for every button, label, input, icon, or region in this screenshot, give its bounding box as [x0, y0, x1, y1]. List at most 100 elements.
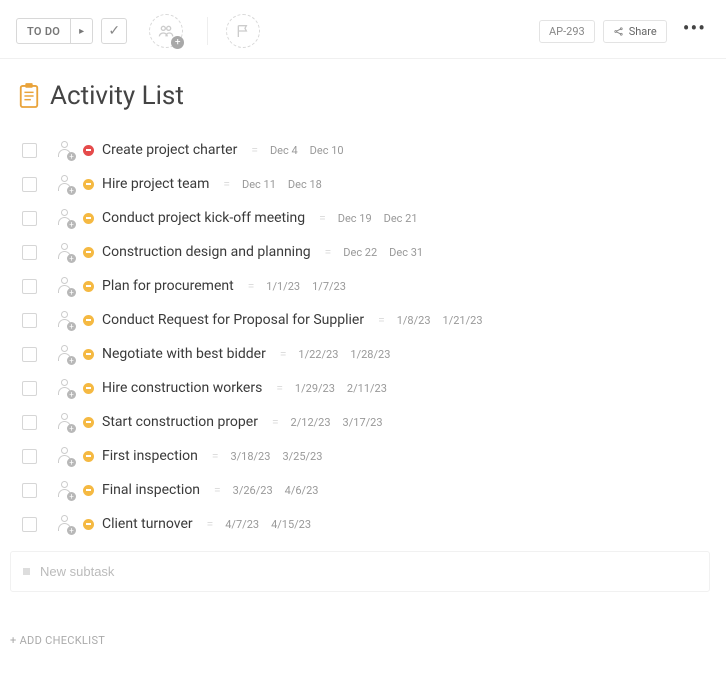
task-checkbox[interactable] [22, 279, 37, 294]
task-row[interactable]: +Negotiate with best bidder=1/22/231/28/… [22, 337, 718, 371]
start-date[interactable]: Dec 22 [343, 246, 377, 259]
task-checkbox[interactable] [22, 313, 37, 328]
end-date[interactable]: 2/11/23 [347, 382, 387, 395]
assignee-icon[interactable]: + [55, 174, 75, 194]
task-checkbox[interactable] [22, 245, 37, 260]
drag-handle-icon[interactable]: = [207, 517, 214, 531]
task-name[interactable]: Conduct Request for Proposal for Supplie… [102, 312, 364, 328]
task-checkbox[interactable] [22, 211, 37, 226]
status-advance-icon[interactable]: ▸ [70, 19, 92, 43]
end-date[interactable]: 1/7/23 [312, 280, 346, 293]
drag-handle-icon[interactable]: = [280, 347, 287, 361]
task-row[interactable]: +Plan for procurement=1/1/231/7/23 [22, 269, 718, 303]
drag-handle-icon[interactable]: = [272, 415, 279, 429]
complete-button[interactable]: ✓ [101, 18, 127, 44]
assignee-icon[interactable]: + [55, 242, 75, 262]
task-name[interactable]: Hire project team [102, 176, 209, 192]
task-checkbox[interactable] [22, 347, 37, 362]
task-name[interactable]: Hire construction workers [102, 380, 262, 396]
drag-handle-icon[interactable]: = [378, 313, 385, 327]
assignee-icon[interactable]: + [55, 412, 75, 432]
task-checkbox[interactable] [22, 381, 37, 396]
priority-icon[interactable] [83, 145, 94, 156]
end-date[interactable]: Dec 10 [310, 144, 344, 157]
task-row[interactable]: + Hire project team = Dec 11 Dec 18 [22, 167, 718, 201]
priority-icon[interactable] [83, 485, 94, 496]
new-subtask-input[interactable] [40, 564, 697, 579]
task-name[interactable]: Plan for procurement [102, 278, 234, 294]
start-date[interactable]: 3/26/23 [233, 484, 273, 497]
assignee-icon[interactable]: + [55, 140, 75, 160]
priority-icon[interactable] [83, 281, 94, 292]
assignee-icon[interactable]: + [55, 514, 75, 534]
priority-icon[interactable] [83, 519, 94, 530]
priority-icon[interactable] [83, 451, 94, 462]
task-name[interactable]: Conduct project kick-off meeting [102, 210, 305, 226]
task-checkbox[interactable] [22, 177, 37, 192]
task-row[interactable]: +Conduct project kick-off meeting=Dec 19… [22, 201, 718, 235]
task-row[interactable]: + Construction design and planning = Dec 22… [22, 235, 718, 269]
assignee-icon[interactable]: + [55, 480, 75, 500]
priority-icon[interactable] [83, 383, 94, 394]
end-date[interactable]: Dec 31 [389, 246, 423, 259]
end-date[interactable]: 1/28/23 [350, 348, 390, 361]
task-name[interactable]: Client turnover [102, 516, 193, 532]
drag-handle-icon[interactable]: = [276, 381, 283, 395]
end-date[interactable]: 3/25/23 [282, 450, 322, 463]
priority-flag-button[interactable] [226, 14, 260, 48]
assignee-icon[interactable]: + [55, 446, 75, 466]
drag-handle-icon[interactable]: = [325, 245, 332, 259]
task-name[interactable]: Negotiate with best bidder [102, 346, 266, 362]
priority-icon[interactable] [83, 315, 94, 326]
priority-icon[interactable] [83, 213, 94, 224]
task-row[interactable]: + Client turnover = 4/7/23 4/15/23 [22, 507, 718, 541]
assignees-add-button[interactable]: + [149, 14, 183, 48]
page-title[interactable]: Activity List [50, 81, 184, 111]
drag-handle-icon[interactable]: = [223, 177, 230, 191]
start-date[interactable]: 3/18/23 [230, 450, 270, 463]
end-date[interactable]: 4/15/23 [271, 518, 311, 531]
drag-handle-icon[interactable]: = [212, 449, 219, 463]
start-date[interactable]: 1/1/23 [266, 280, 300, 293]
status-button[interactable]: TO DO ▸ [16, 18, 93, 44]
task-name[interactable]: Final inspection [102, 482, 200, 498]
task-checkbox[interactable] [22, 143, 37, 158]
assignee-icon[interactable]: + [55, 310, 75, 330]
end-date[interactable]: 4/6/23 [285, 484, 319, 497]
assignee-icon[interactable]: + [55, 208, 75, 228]
task-row[interactable]: + First inspection = 3/18/23 3/25/23 [22, 439, 718, 473]
add-checklist-button[interactable]: + ADD CHECKLIST [0, 592, 726, 647]
new-subtask-row[interactable] [10, 551, 710, 592]
task-name[interactable]: Start construction proper [102, 414, 258, 430]
drag-handle-icon[interactable]: = [214, 483, 221, 497]
task-row[interactable]: + Final inspection = 3/26/23 4/6/23 [22, 473, 718, 507]
start-date[interactable]: 4/7/23 [225, 518, 259, 531]
start-date[interactable]: Dec 11 [242, 178, 276, 191]
task-row[interactable]: +Create project charter=Dec 4Dec 10 [22, 133, 718, 167]
start-date[interactable]: 1/29/23 [295, 382, 335, 395]
end-date[interactable]: Dec 18 [288, 178, 322, 191]
start-date[interactable]: Dec 4 [270, 144, 298, 157]
start-date[interactable]: 1/8/23 [397, 314, 431, 327]
task-id-chip[interactable]: AP-293 [539, 20, 595, 43]
start-date[interactable]: 2/12/23 [291, 416, 331, 429]
priority-icon[interactable] [83, 349, 94, 360]
priority-icon[interactable] [83, 179, 94, 190]
task-row[interactable]: + Start construction proper = 2/12/23 3/17/2… [22, 405, 718, 439]
more-menu-button[interactable]: ••• [675, 18, 710, 44]
task-row[interactable]: + Hire construction workers = 1/29/23 2/11/2… [22, 371, 718, 405]
task-row[interactable]: + Conduct Request for Proposal for Suppli… [22, 303, 718, 337]
assignee-icon[interactable]: + [55, 378, 75, 398]
priority-icon[interactable] [83, 417, 94, 428]
assignee-icon[interactable]: + [55, 344, 75, 364]
end-date[interactable]: Dec 21 [384, 212, 418, 225]
task-checkbox[interactable] [22, 415, 37, 430]
share-button[interactable]: Share [603, 20, 667, 43]
task-name[interactable]: Construction design and planning [102, 244, 311, 260]
task-name[interactable]: First inspection [102, 448, 198, 464]
end-date[interactable]: 3/17/23 [343, 416, 383, 429]
drag-handle-icon[interactable]: = [248, 279, 255, 293]
start-date[interactable]: Dec 19 [338, 212, 372, 225]
task-checkbox[interactable] [22, 483, 37, 498]
priority-icon[interactable] [83, 247, 94, 258]
